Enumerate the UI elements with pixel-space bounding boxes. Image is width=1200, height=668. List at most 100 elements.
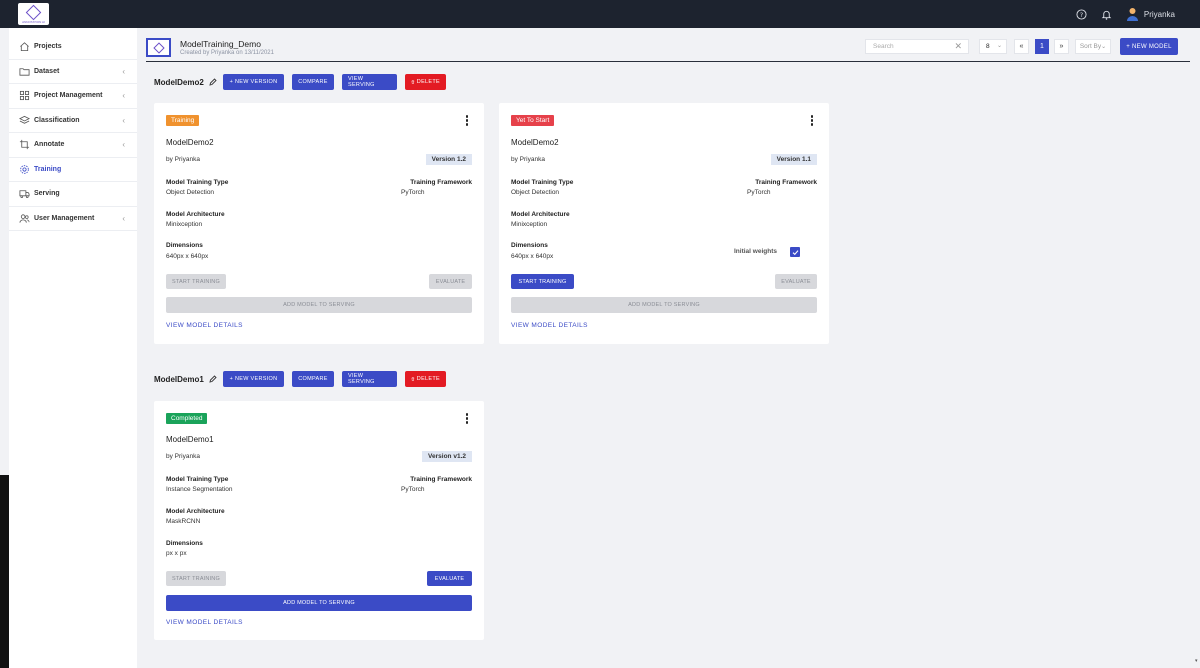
more-options-icon[interactable] (465, 115, 469, 126)
delete-button[interactable]: DELETE (405, 74, 446, 90)
chevron-down-icon: ⌄ (1101, 44, 1107, 50)
view-model-details-link[interactable]: VIEW MODEL DETAILS (511, 322, 588, 329)
sidebar-item-label: Project Management (34, 92, 103, 100)
new-version-button[interactable]: + NEW VERSION (223, 74, 284, 90)
training-type-value: Object Detection (166, 189, 215, 196)
dimensions-label: Dimensions (166, 540, 203, 547)
view-model-details-link[interactable]: VIEW MODEL DETAILS (166, 619, 243, 626)
sidebar-item-label: Annotate (34, 141, 65, 149)
bell-icon[interactable] (1101, 9, 1112, 20)
chevron-left-icon: ‹ (122, 115, 125, 125)
model-group-name: ModelDemo1 (154, 374, 204, 384)
model-author: by Priyanka (166, 453, 200, 460)
trash-icon (411, 377, 415, 381)
model-title: ModelDemo1 (166, 435, 214, 444)
start-training-button[interactable]: START TRAINING (166, 274, 226, 289)
add-to-serving-button[interactable]: ADD MODEL TO SERVING (511, 297, 817, 313)
model-author: by Priyanka (511, 156, 545, 163)
main-content: ModelTraining_Demo Created by Priyanka o… (137, 28, 1200, 668)
current-page-button[interactable]: 1 (1035, 39, 1049, 54)
help-icon[interactable]: ? (1076, 8, 1087, 20)
new-model-button[interactable]: + NEW MODEL (1120, 38, 1178, 55)
sort-by-label: Sort By (1079, 43, 1102, 50)
compare-button[interactable]: COMPARE (292, 74, 334, 90)
user-menu[interactable]: Priyanka (1126, 7, 1175, 21)
framework-value: PyTorch (747, 189, 771, 196)
dimensions-label: Dimensions (166, 242, 203, 249)
add-to-serving-button[interactable]: ADD MODEL TO SERVING (166, 595, 472, 611)
dimensions-value: 640px x 640px (511, 253, 554, 260)
more-options-icon[interactable] (465, 413, 469, 424)
chevron-left-icon: ‹ (122, 213, 125, 223)
delete-label: DELETE (416, 376, 440, 382)
sidebar-item-label: Serving (34, 190, 60, 198)
search-input[interactable]: Search ✕ (865, 39, 969, 54)
model-group-header: ModelDemo1 + NEW VERSION COMPARE VIEW SE… (154, 371, 454, 387)
model-title: ModelDemo2 (166, 138, 214, 147)
window-edge (0, 475, 9, 668)
evaluate-button[interactable]: EVALUATE (427, 571, 472, 586)
evaluate-button[interactable]: EVALUATE (429, 274, 472, 289)
training-type-value: Object Detection (511, 189, 560, 196)
sidebar: Projects Dataset ‹ Project Management ‹ Class… (9, 28, 137, 668)
per-page-select[interactable]: 8 ⌄ (979, 39, 1007, 54)
chevron-left-icon: ‹ (122, 140, 125, 150)
grid-icon (19, 90, 30, 101)
framework-value: PyTorch (401, 189, 425, 196)
sidebar-item-training[interactable]: Training (9, 158, 137, 182)
crop-icon (19, 139, 30, 150)
sidebar-item-projects[interactable]: Projects (9, 35, 137, 60)
sidebar-item-classification[interactable]: Classification ‹ (9, 109, 137, 133)
check-icon (792, 249, 798, 255)
delete-button[interactable]: DELETE (405, 371, 446, 387)
model-group-header: ModelDemo2 + NEW VERSION COMPARE VIEW SE… (154, 74, 454, 90)
sidebar-item-project-management[interactable]: Project Management ‹ (9, 84, 137, 109)
last-page-button[interactable]: » (1054, 39, 1069, 54)
pencil-icon[interactable] (209, 78, 218, 86)
more-options-icon[interactable] (810, 115, 814, 126)
delete-label: DELETE (416, 79, 440, 85)
sidebar-item-dataset[interactable]: Dataset ‹ (9, 60, 137, 84)
new-version-button[interactable]: + NEW VERSION (223, 371, 284, 387)
cube-icon (152, 41, 165, 54)
sidebar-item-label: Classification (34, 116, 80, 124)
start-training-button[interactable]: START TRAINING (166, 571, 226, 586)
users-icon (19, 213, 30, 224)
pencil-icon[interactable] (209, 375, 218, 383)
sidebar-item-serving[interactable]: Serving (9, 182, 137, 207)
sidebar-item-annotate[interactable]: Annotate ‹ (9, 133, 137, 158)
training-type-label: Model Training Type (166, 476, 229, 483)
compare-button[interactable]: COMPARE (292, 371, 334, 387)
project-header: ModelTraining_Demo Created by Priyanka o… (146, 38, 1190, 62)
model-card: Training ModelDemo2 by Priyanka Version … (154, 103, 484, 344)
app-logo[interactable]: ANNOTATION AI (18, 3, 49, 25)
version-badge: Version 1.2 (425, 154, 472, 165)
framework-label: Training Framework (410, 179, 472, 186)
view-model-details-link[interactable]: VIEW MODEL DETAILS (166, 322, 243, 329)
version-badge: Version 1.1 (770, 154, 817, 165)
sidebar-item-user-management[interactable]: User Management ‹ (9, 207, 137, 231)
initial-weights-label: Initial weights (734, 248, 777, 255)
view-serving-button[interactable]: VIEW SERVING (342, 371, 397, 387)
version-badge: Version v1.2 (422, 451, 472, 462)
chevron-down-icon: ⌄ (996, 43, 1002, 49)
first-page-button[interactable]: « (1014, 39, 1029, 54)
view-serving-button[interactable]: VIEW SERVING (342, 74, 397, 90)
clear-search-icon[interactable]: ✕ (954, 41, 962, 52)
initial-weights-checkbox[interactable] (790, 247, 800, 257)
evaluate-button[interactable]: EVALUATE (775, 274, 817, 289)
sort-by-select[interactable]: Sort By ⌄ (1075, 39, 1111, 54)
svg-text:?: ? (1080, 10, 1083, 18)
add-to-serving-button[interactable]: ADD MODEL TO SERVING (166, 297, 472, 313)
scrollbar[interactable]: ▾ (1194, 28, 1200, 668)
start-training-button[interactable]: START TRAINING (511, 274, 574, 289)
avatar (1126, 7, 1139, 21)
training-type-value: Instance Segmentation (166, 486, 233, 493)
project-title: ModelTraining_Demo (180, 39, 261, 49)
model-author: by Priyanka (166, 156, 200, 163)
scroll-down-icon[interactable]: ▾ (1195, 658, 1199, 666)
framework-label: Training Framework (410, 476, 472, 483)
gear-icon (19, 164, 30, 175)
search-placeholder: Search (873, 43, 894, 50)
status-badge: Yet To Start (511, 115, 555, 126)
